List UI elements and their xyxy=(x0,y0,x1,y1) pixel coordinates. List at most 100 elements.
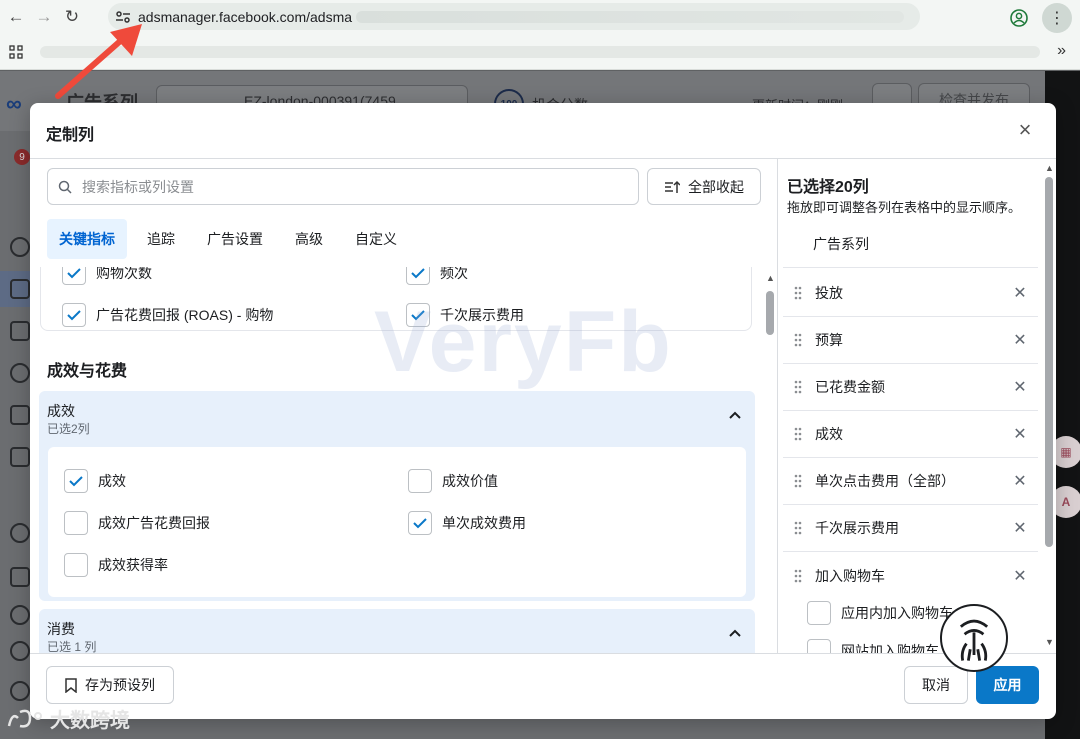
tab-ad-settings[interactable]: 广告设置 xyxy=(195,219,275,259)
selected-item[interactable]: 投放 ✕ xyxy=(783,270,1038,317)
remove-icon[interactable]: ✕ xyxy=(1010,471,1030,491)
selected-item-label: 成效 xyxy=(815,426,843,442)
remove-icon[interactable]: ✕ xyxy=(1010,330,1030,350)
list-item[interactable]: 广告花费回报 (ROAS) - 购物 xyxy=(62,303,273,327)
checkbox[interactable] xyxy=(408,469,432,493)
close-icon[interactable]: × xyxy=(1014,117,1036,142)
scroll-thumb[interactable] xyxy=(1045,177,1053,547)
group-body: 成效 成效价值 成效广告花费回报 单次成效费用 成效获得率 xyxy=(48,447,746,597)
list-item[interactable]: 单次成效费用 xyxy=(408,511,526,535)
selected-item[interactable]: 千次展示费用 ✕ xyxy=(783,505,1038,552)
modal-title: 定制列 xyxy=(46,127,95,144)
remove-icon[interactable]: ✕ xyxy=(1010,566,1030,586)
bg-billing-icon xyxy=(10,447,30,467)
group-results[interactable]: 成效 已选2列 成效 成效价值 成效广告花费回报 单次成效费用 成效获得率 xyxy=(39,391,755,601)
selected-item[interactable]: 预算 ✕ xyxy=(783,317,1038,364)
selected-item-label: 单次点击费用（全部） xyxy=(815,473,955,489)
selected-item[interactable]: 单次点击费用（全部） ✕ xyxy=(783,458,1038,505)
tab-tracking[interactable]: 追踪 xyxy=(135,219,187,259)
brand-logo-icon xyxy=(940,604,1008,672)
bookmarks-more-icon[interactable]: » xyxy=(1057,42,1066,60)
list-item[interactable]: 成效获得率 xyxy=(64,553,168,577)
sub-item[interactable]: 应用内加入购物车 xyxy=(807,601,953,625)
chevron-up-icon[interactable] xyxy=(727,625,743,641)
section-title: 成效与花费 xyxy=(47,363,128,380)
metric-tabs: 关键指标 追踪 广告设置 高级 自定义 xyxy=(47,219,417,259)
group-count: 已选2列 xyxy=(47,422,90,436)
scroll-thumb[interactable] xyxy=(766,291,774,335)
tab-key-metrics[interactable]: 关键指标 xyxy=(47,219,127,259)
back-icon[interactable]: ← xyxy=(2,3,30,31)
profile-icon[interactable] xyxy=(1006,5,1032,31)
checkbox[interactable] xyxy=(64,469,88,493)
drag-handle-icon[interactable] xyxy=(791,286,805,300)
address-bar[interactable]: adsmanager.facebook.com/adsma xyxy=(108,3,920,30)
site-settings-icon[interactable] xyxy=(108,3,138,30)
list-item[interactable]: 成效广告花费回报 xyxy=(64,511,210,535)
checkbox[interactable] xyxy=(807,601,831,625)
brand-mark-icon xyxy=(7,709,42,728)
reload-icon[interactable]: ↻ xyxy=(58,3,86,31)
checkbox[interactable] xyxy=(64,553,88,577)
list-item-label: 千次展示费用 xyxy=(440,307,524,323)
customize-columns-modal: 定制列 × 全部收起 关键指标 追踪 广告设置 高级 自定义 购物次数 xyxy=(30,103,1056,719)
list-item[interactable]: 成效 xyxy=(64,469,126,493)
drag-handle-icon[interactable] xyxy=(791,427,805,441)
list-item[interactable]: 成效价值 xyxy=(408,469,498,493)
remove-icon[interactable]: ✕ xyxy=(1010,377,1030,397)
search-icon xyxy=(48,180,82,194)
remove-icon[interactable]: ✕ xyxy=(1010,424,1030,444)
drag-handle-icon[interactable] xyxy=(791,569,805,583)
meta-logo-icon: ∞ xyxy=(6,91,22,116)
checkbox[interactable] xyxy=(406,267,430,285)
list-item-label: 购物次数 xyxy=(96,267,152,281)
checkbox[interactable] xyxy=(408,511,432,535)
cancel-button[interactable]: 取消 xyxy=(904,666,968,704)
list-item-label: 频次 xyxy=(440,267,468,281)
selected-description: 拖放即可调整各列在表格中的显示顺序。 xyxy=(787,200,1022,215)
drag-handle-icon[interactable] xyxy=(791,333,805,347)
remove-icon[interactable]: ✕ xyxy=(1010,518,1030,538)
scroll-up-icon[interactable]: ▲ xyxy=(766,273,775,283)
scroll-up-icon[interactable]: ▲ xyxy=(1045,163,1054,173)
bg-table-icon xyxy=(10,279,30,299)
sub-item[interactable]: 网站加入购物车 xyxy=(807,639,939,653)
collapse-all-button[interactable]: 全部收起 xyxy=(647,168,761,205)
tab-custom[interactable]: 自定义 xyxy=(343,219,409,259)
chevron-up-icon[interactable] xyxy=(727,407,743,423)
list-item[interactable]: 频次 xyxy=(406,267,468,285)
checkbox[interactable] xyxy=(807,639,831,653)
checkbox[interactable] xyxy=(64,511,88,535)
apply-button[interactable]: 应用 xyxy=(976,666,1039,704)
list-item[interactable]: 购物次数 xyxy=(62,267,152,285)
selected-item[interactable]: 已花费金额 ✕ xyxy=(783,364,1038,411)
left-scrollbar[interactable]: ▲ xyxy=(764,271,776,651)
group-name: 成效 xyxy=(47,403,75,419)
bg-search-icon xyxy=(10,641,30,661)
url-text: adsmanager.facebook.com/adsma xyxy=(138,8,353,25)
drag-handle-icon[interactable] xyxy=(791,380,805,394)
drag-handle-icon[interactable] xyxy=(791,474,805,488)
forward-icon[interactable]: → xyxy=(30,3,58,31)
selected-item[interactable]: 成效 ✕ xyxy=(783,411,1038,458)
list-item-label: 成效 xyxy=(98,473,126,489)
checkbox[interactable] xyxy=(406,303,430,327)
selected-item[interactable]: 加入购物车 ✕ xyxy=(783,552,1038,599)
group-count: 已选 1 列 xyxy=(47,640,97,653)
search-input[interactable] xyxy=(82,178,638,195)
selected-item-label: 已花费金额 xyxy=(815,379,885,395)
remove-icon[interactable]: ✕ xyxy=(1010,283,1030,303)
checkbox[interactable] xyxy=(62,303,86,327)
checkbox[interactable] xyxy=(62,267,86,285)
right-scrollbar[interactable]: ▲ ▼ xyxy=(1043,159,1055,653)
search-field[interactable] xyxy=(47,168,639,205)
save-preset-button[interactable]: 存为预设列 xyxy=(46,666,174,704)
list-item[interactable]: 千次展示费用 xyxy=(406,303,524,327)
scroll-down-icon[interactable]: ▼ xyxy=(1045,637,1054,647)
sub-item-label: 应用内加入购物车 xyxy=(841,605,953,621)
apps-grid-icon[interactable] xyxy=(2,38,30,66)
browser-menu-icon[interactable]: ⋮ xyxy=(1042,3,1072,33)
group-spend[interactable]: 消费 已选 1 列 xyxy=(39,609,755,653)
tab-advanced[interactable]: 高级 xyxy=(283,219,335,259)
drag-handle-icon[interactable] xyxy=(791,521,805,535)
